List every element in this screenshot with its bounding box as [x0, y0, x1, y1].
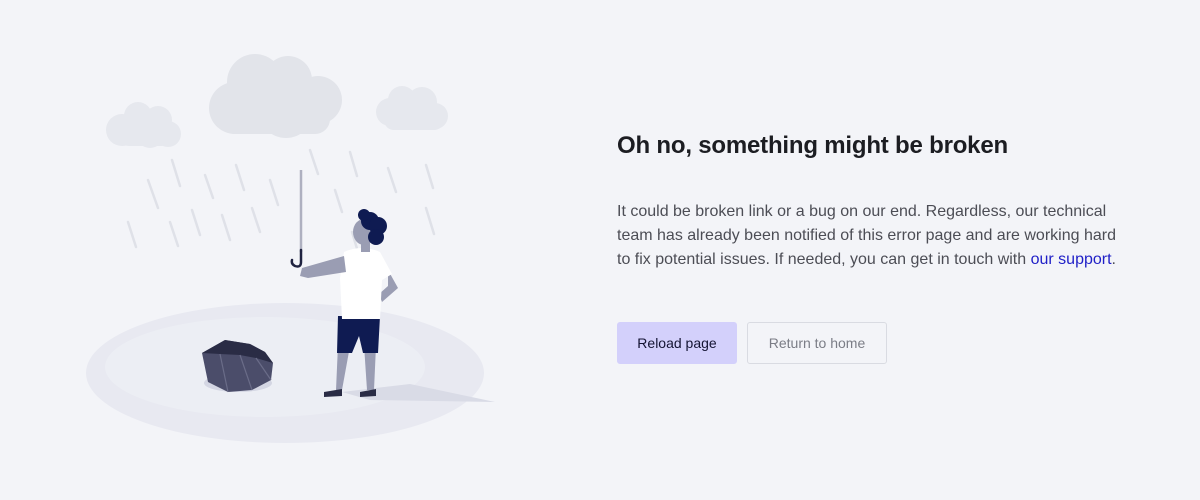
page-title: Oh no, something might be broken — [617, 132, 1008, 159]
cloud-right-icon — [376, 86, 448, 130]
cloud-center-icon — [209, 54, 342, 138]
action-buttons: Reload page Return to home — [617, 322, 1137, 364]
umbrella-handle-icon — [290, 170, 303, 268]
cloud-left-icon — [106, 102, 181, 148]
rain-drops — [126, 148, 436, 254]
return-home-button[interactable]: Return to home — [747, 322, 887, 364]
reload-page-button[interactable]: Reload page — [617, 322, 737, 364]
support-link[interactable]: our support — [1031, 251, 1112, 268]
error-message: It could be broken link or a bug on our … — [617, 200, 1117, 272]
error-message-end: . — [1111, 251, 1116, 268]
broken-umbrella-illustration — [86, 54, 495, 443]
error-content: Oh no, something might be broken It coul… — [617, 130, 1137, 364]
